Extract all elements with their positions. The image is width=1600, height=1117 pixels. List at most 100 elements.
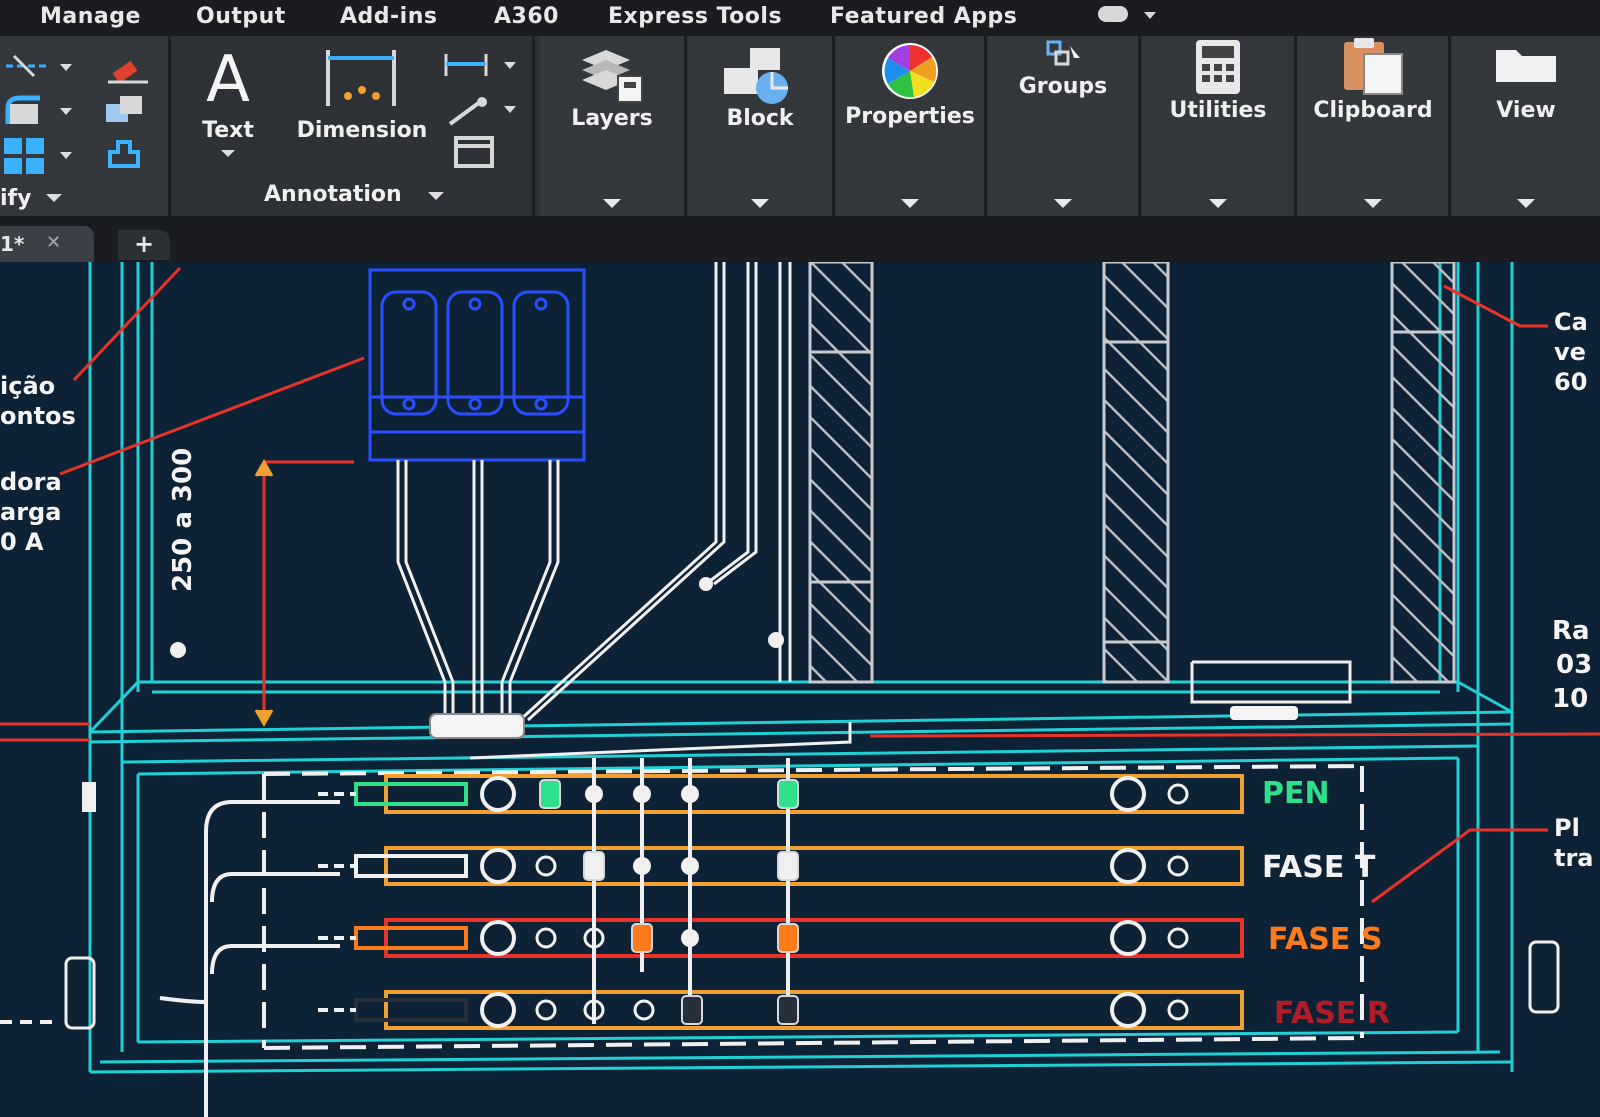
menu-a360[interactable]: A360 bbox=[494, 4, 559, 29]
fillet-icon[interactable] bbox=[4, 94, 44, 128]
view-panel[interactable]: View bbox=[1452, 36, 1600, 216]
chevron-down-icon[interactable] bbox=[1144, 12, 1156, 19]
cable-node bbox=[768, 632, 784, 648]
properties-label: Properties bbox=[845, 104, 975, 129]
block-label: Block bbox=[726, 106, 794, 131]
layers-panel[interactable]: Layers bbox=[540, 36, 687, 216]
chevron-down-icon[interactable] bbox=[60, 152, 72, 159]
layers-label: Layers bbox=[571, 106, 653, 131]
cable-lug bbox=[777, 779, 799, 809]
autocad-window: Manage Output Add-ins A360 Express Tools… bbox=[0, 0, 1600, 1117]
chevron-down-icon[interactable] bbox=[46, 194, 62, 202]
text-label: Text bbox=[202, 118, 254, 143]
properties-panel[interactable]: Properties bbox=[836, 36, 987, 216]
busbar-label-pen[interactable]: PEN bbox=[1262, 776, 1330, 811]
clipboard-label: Clipboard bbox=[1313, 98, 1433, 123]
dropper-node bbox=[633, 857, 651, 875]
stretch-icon[interactable] bbox=[104, 136, 144, 172]
terminal-connector bbox=[429, 713, 525, 739]
modify-panel-label[interactable]: ify bbox=[0, 186, 31, 211]
linear-dimension-icon[interactable] bbox=[442, 50, 490, 80]
annotation-panel-label: Annotation bbox=[264, 182, 402, 207]
note-right-mid: 10 bbox=[1552, 684, 1589, 714]
dropper-node bbox=[633, 785, 651, 803]
dimension-text: 250 a 300 bbox=[168, 447, 198, 592]
busbar-bolt bbox=[1110, 920, 1146, 956]
text-button[interactable]: A Text bbox=[186, 42, 270, 166]
modify-panel: ify bbox=[0, 36, 171, 216]
terminal-block-left bbox=[82, 782, 96, 812]
busbar-connector bbox=[354, 998, 468, 1022]
drawing-canvas[interactable]: 250 a 300 ição ontos dora arga 0 A Ca ve… bbox=[0, 262, 1600, 1117]
chevron-down-icon[interactable] bbox=[60, 64, 72, 71]
clipboard-panel[interactable]: Clipboard bbox=[1298, 36, 1451, 216]
note-left: ontos bbox=[0, 402, 76, 430]
note-left: arga bbox=[0, 498, 62, 526]
busbar-connector bbox=[354, 926, 468, 950]
groups-icon bbox=[1046, 40, 1080, 66]
file-tab-active[interactable]: 1* ✕ bbox=[0, 226, 94, 264]
calculator-icon bbox=[1196, 40, 1240, 94]
array-icon[interactable] bbox=[2, 136, 46, 176]
cable-node bbox=[170, 642, 186, 658]
busbar-label-fase-t[interactable]: FASE T bbox=[1262, 850, 1375, 885]
busbar-hole bbox=[535, 999, 557, 1021]
chevron-down-icon[interactable] bbox=[1517, 199, 1535, 208]
terminal-block-right bbox=[1528, 940, 1560, 1014]
note-right-top: Ca bbox=[1554, 308, 1588, 336]
busbar-label-fase-s[interactable]: FASE S bbox=[1268, 922, 1382, 957]
note-left: dora bbox=[0, 468, 62, 496]
note-right-bottom: Pl bbox=[1554, 814, 1580, 842]
close-icon[interactable]: ✕ bbox=[46, 232, 61, 253]
dimension-button[interactable]: Dimension bbox=[282, 44, 442, 154]
color-wheel-icon bbox=[882, 43, 938, 99]
chevron-down-icon[interactable] bbox=[603, 199, 621, 208]
folder-icon bbox=[1496, 50, 1556, 82]
annotation-panel-title[interactable]: Annotation bbox=[172, 180, 532, 210]
busbar-bolt bbox=[1110, 848, 1146, 884]
annotation-panel: A Text Dimension Annotation bbox=[172, 36, 535, 216]
trim-icon[interactable] bbox=[4, 52, 50, 78]
fuse-switch-block[interactable] bbox=[368, 268, 586, 462]
menu-output[interactable]: Output bbox=[196, 4, 286, 29]
groups-panel[interactable]: Groups bbox=[988, 36, 1141, 216]
cad-drawing[interactable] bbox=[0, 262, 1600, 1117]
chevron-down-icon[interactable] bbox=[504, 62, 516, 69]
chevron-down-icon[interactable] bbox=[1209, 199, 1227, 208]
chevron-down-icon[interactable] bbox=[1054, 199, 1072, 208]
block-icon bbox=[724, 48, 788, 104]
chevron-down-icon[interactable] bbox=[504, 106, 516, 113]
busbar-hole bbox=[535, 927, 557, 949]
dropper-node bbox=[681, 857, 699, 875]
dimension-icon bbox=[326, 50, 396, 106]
cloud-icon[interactable] bbox=[1098, 6, 1128, 22]
busbar-label-fase-r[interactable]: FASE R bbox=[1274, 996, 1390, 1031]
erase-icon[interactable] bbox=[104, 50, 150, 84]
busbar-hole bbox=[535, 855, 557, 877]
utilities-panel[interactable]: Utilities bbox=[1142, 36, 1297, 216]
new-tab-button[interactable]: + bbox=[118, 230, 170, 260]
menu-express-tools[interactable]: Express Tools bbox=[608, 4, 782, 29]
busbar-hole bbox=[1167, 855, 1189, 877]
note-left: 0 A bbox=[0, 528, 44, 556]
cable-lug bbox=[583, 851, 605, 881]
busbar-connector bbox=[354, 782, 468, 806]
chevron-down-icon bbox=[428, 192, 444, 200]
leader-icon[interactable] bbox=[444, 94, 490, 128]
chevron-down-icon[interactable] bbox=[901, 199, 919, 208]
busbar-bolt bbox=[480, 848, 516, 884]
hatched-columns bbox=[808, 262, 1456, 684]
menu-add-ins[interactable]: Add-ins bbox=[340, 4, 437, 29]
table-icon[interactable] bbox=[454, 136, 494, 168]
busbar-bolt bbox=[480, 992, 516, 1028]
chevron-down-icon[interactable] bbox=[1364, 199, 1382, 208]
menu-featured-apps[interactable]: Featured Apps bbox=[830, 4, 1017, 29]
layers-icon bbox=[582, 50, 643, 103]
menu-manage[interactable]: Manage bbox=[40, 4, 141, 29]
chevron-down-icon[interactable] bbox=[751, 199, 769, 208]
block-panel[interactable]: Block bbox=[688, 36, 835, 216]
cable-lug bbox=[777, 851, 799, 881]
dimension-line bbox=[254, 458, 354, 728]
chevron-down-icon[interactable] bbox=[60, 108, 72, 115]
copy-object-icon[interactable] bbox=[102, 92, 146, 126]
